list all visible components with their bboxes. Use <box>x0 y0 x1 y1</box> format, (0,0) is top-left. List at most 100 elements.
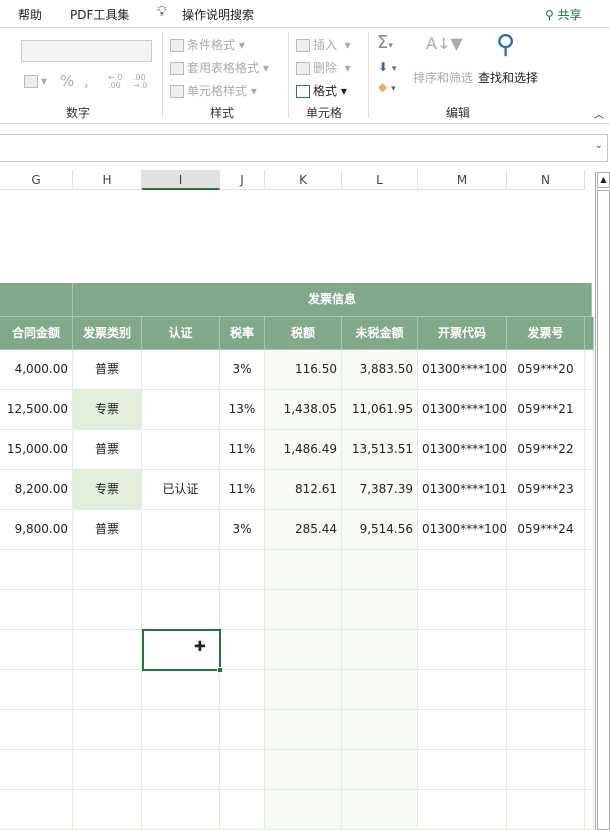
table-cell[interactable]: 3,883.50 <box>342 350 418 390</box>
empty-cell[interactable] <box>342 790 418 830</box>
autosum-button[interactable]: Σ▾ <box>377 32 393 53</box>
empty-cell[interactable] <box>418 750 507 790</box>
empty-cell[interactable] <box>418 670 507 710</box>
column-header-H[interactable]: H <box>73 170 142 190</box>
table-cell[interactable]: 059***23 <box>507 470 585 510</box>
empty-cell[interactable] <box>0 630 73 670</box>
table-cell[interactable]: 普票 <box>73 350 142 390</box>
empty-cell[interactable] <box>507 550 585 590</box>
table-cell[interactable] <box>142 390 220 430</box>
table-cell[interactable]: 812.61 <box>265 470 342 510</box>
empty-cell[interactable] <box>220 710 265 750</box>
empty-cell[interactable] <box>585 550 594 590</box>
empty-cell[interactable] <box>142 670 220 710</box>
table-cell[interactable]: 13,513.51 <box>342 430 418 470</box>
empty-cell[interactable] <box>507 790 585 830</box>
table-cell[interactable]: 11% <box>220 430 265 470</box>
empty-cell[interactable] <box>507 670 585 710</box>
table-cell[interactable]: 7,387.39 <box>342 470 418 510</box>
table-cell[interactable]: 11% <box>220 470 265 510</box>
decrease-decimal-button[interactable]: .00 →.0 <box>133 74 153 90</box>
group-header-invoice-info[interactable]: 发票信息 <box>73 283 592 317</box>
table-cell[interactable]: 9,514.56 <box>342 510 418 550</box>
empty-cell[interactable] <box>220 790 265 830</box>
empty-cell[interactable] <box>73 750 142 790</box>
selected-cell[interactable]: ✚ <box>142 629 223 673</box>
empty-cell[interactable] <box>0 790 73 830</box>
table-cell[interactable]: 01300****101 <box>418 470 507 510</box>
delete-button[interactable]: 删除 ▾ <box>296 59 351 76</box>
empty-cell[interactable] <box>0 670 73 710</box>
empty-cell[interactable] <box>585 590 594 630</box>
table-cell[interactable]: 116.50 <box>265 350 342 390</box>
empty-cell[interactable] <box>418 590 507 630</box>
empty-cell[interactable] <box>265 790 342 830</box>
empty-cell[interactable] <box>265 750 342 790</box>
currency-button[interactable]: ▾ <box>24 74 47 88</box>
vertical-scrollbar[interactable]: ▲ <box>595 172 610 830</box>
share-button[interactable]: ⚲ 共享 <box>545 6 582 23</box>
table-cell[interactable]: 普票 <box>73 510 142 550</box>
empty-cell[interactable] <box>265 630 342 670</box>
empty-cell[interactable] <box>342 590 418 630</box>
column-header-K[interactable]: K <box>265 170 342 190</box>
table-cell[interactable]: 专票 <box>73 390 142 430</box>
empty-cell[interactable] <box>585 630 594 670</box>
column-title[interactable]: 发票号 <box>507 317 585 350</box>
clear-button[interactable]: ◆ ▾ <box>378 80 396 94</box>
number-format-dropdown[interactable] <box>21 40 152 62</box>
formula-bar[interactable]: ⌄ <box>0 134 608 162</box>
empty-cell[interactable] <box>585 510 594 550</box>
percent-button[interactable]: % <box>60 72 74 90</box>
empty-cell[interactable] <box>265 590 342 630</box>
empty-cell[interactable] <box>507 590 585 630</box>
empty-cell[interactable] <box>142 710 220 750</box>
menu-help[interactable]: 帮助 <box>18 6 42 23</box>
empty-cell[interactable] <box>142 790 220 830</box>
table-cell[interactable] <box>142 350 220 390</box>
column-header-J[interactable]: J <box>220 170 265 190</box>
column-header-L[interactable]: L <box>342 170 418 190</box>
comma-button[interactable]: , <box>84 72 89 90</box>
find-select-button[interactable]: 查找和选择 <box>478 69 538 86</box>
cell-styles-button[interactable]: 单元格样式 ▾ <box>170 82 257 99</box>
empty-cell[interactable] <box>73 590 142 630</box>
conditional-format-button[interactable]: 条件格式 ▾ <box>170 36 245 53</box>
table-cell[interactable]: 9,800.00 <box>0 510 73 550</box>
empty-cell[interactable] <box>220 670 265 710</box>
table-cell[interactable]: 059***20 <box>507 350 585 390</box>
expand-formula-bar-icon[interactable]: ⌄ <box>595 140 603 151</box>
empty-cell[interactable] <box>342 710 418 750</box>
empty-cell[interactable] <box>142 750 220 790</box>
table-cell[interactable]: 059***21 <box>507 390 585 430</box>
empty-cell[interactable] <box>0 750 73 790</box>
table-cell[interactable]: 12,500.00 <box>0 390 73 430</box>
table-cell[interactable]: 3% <box>220 350 265 390</box>
empty-cell[interactable] <box>220 550 265 590</box>
empty-cell[interactable] <box>265 710 342 750</box>
column-header-M[interactable]: M <box>418 170 507 190</box>
empty-cell[interactable] <box>418 550 507 590</box>
empty-cell[interactable] <box>507 630 585 670</box>
empty-cell[interactable] <box>73 550 142 590</box>
empty-cell[interactable] <box>220 630 265 670</box>
empty-cell[interactable] <box>342 670 418 710</box>
empty-cell[interactable] <box>342 630 418 670</box>
empty-cell[interactable] <box>0 550 73 590</box>
format-as-table-button[interactable]: 套用表格格式 ▾ <box>170 59 269 76</box>
empty-cell[interactable] <box>418 630 507 670</box>
empty-cell[interactable] <box>585 430 594 470</box>
table-cell[interactable]: 13% <box>220 390 265 430</box>
sort-filter-button[interactable]: 排序和筛选 <box>413 69 473 86</box>
menu-pdf-tools[interactable]: PDF工具集 <box>70 6 129 23</box>
table-cell[interactable] <box>142 430 220 470</box>
table-cell[interactable]: 专票 <box>73 470 142 510</box>
empty-cell[interactable] <box>73 790 142 830</box>
table-cell[interactable]: 4,000.00 <box>0 350 73 390</box>
empty-cell[interactable] <box>418 710 507 750</box>
column-title[interactable]: 发票类别 <box>73 317 142 350</box>
table-cell[interactable]: 01300****100 <box>418 510 507 550</box>
empty-cell[interactable] <box>73 710 142 750</box>
empty-cell[interactable] <box>342 750 418 790</box>
column-title[interactable]: 未税金额 <box>342 317 418 350</box>
